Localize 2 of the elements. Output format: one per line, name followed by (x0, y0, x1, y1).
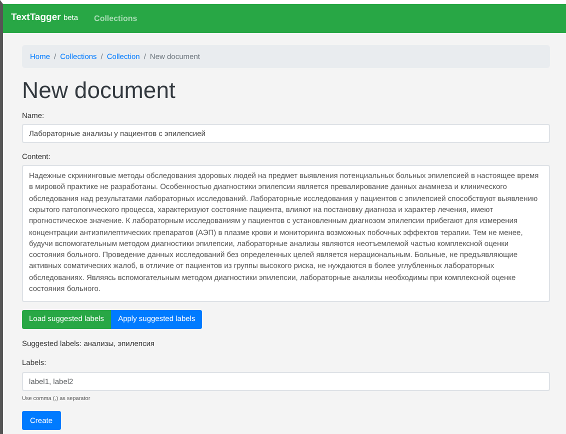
page-title: New document (22, 78, 176, 104)
nav-link[interactable]: Collections (94, 12, 138, 24)
